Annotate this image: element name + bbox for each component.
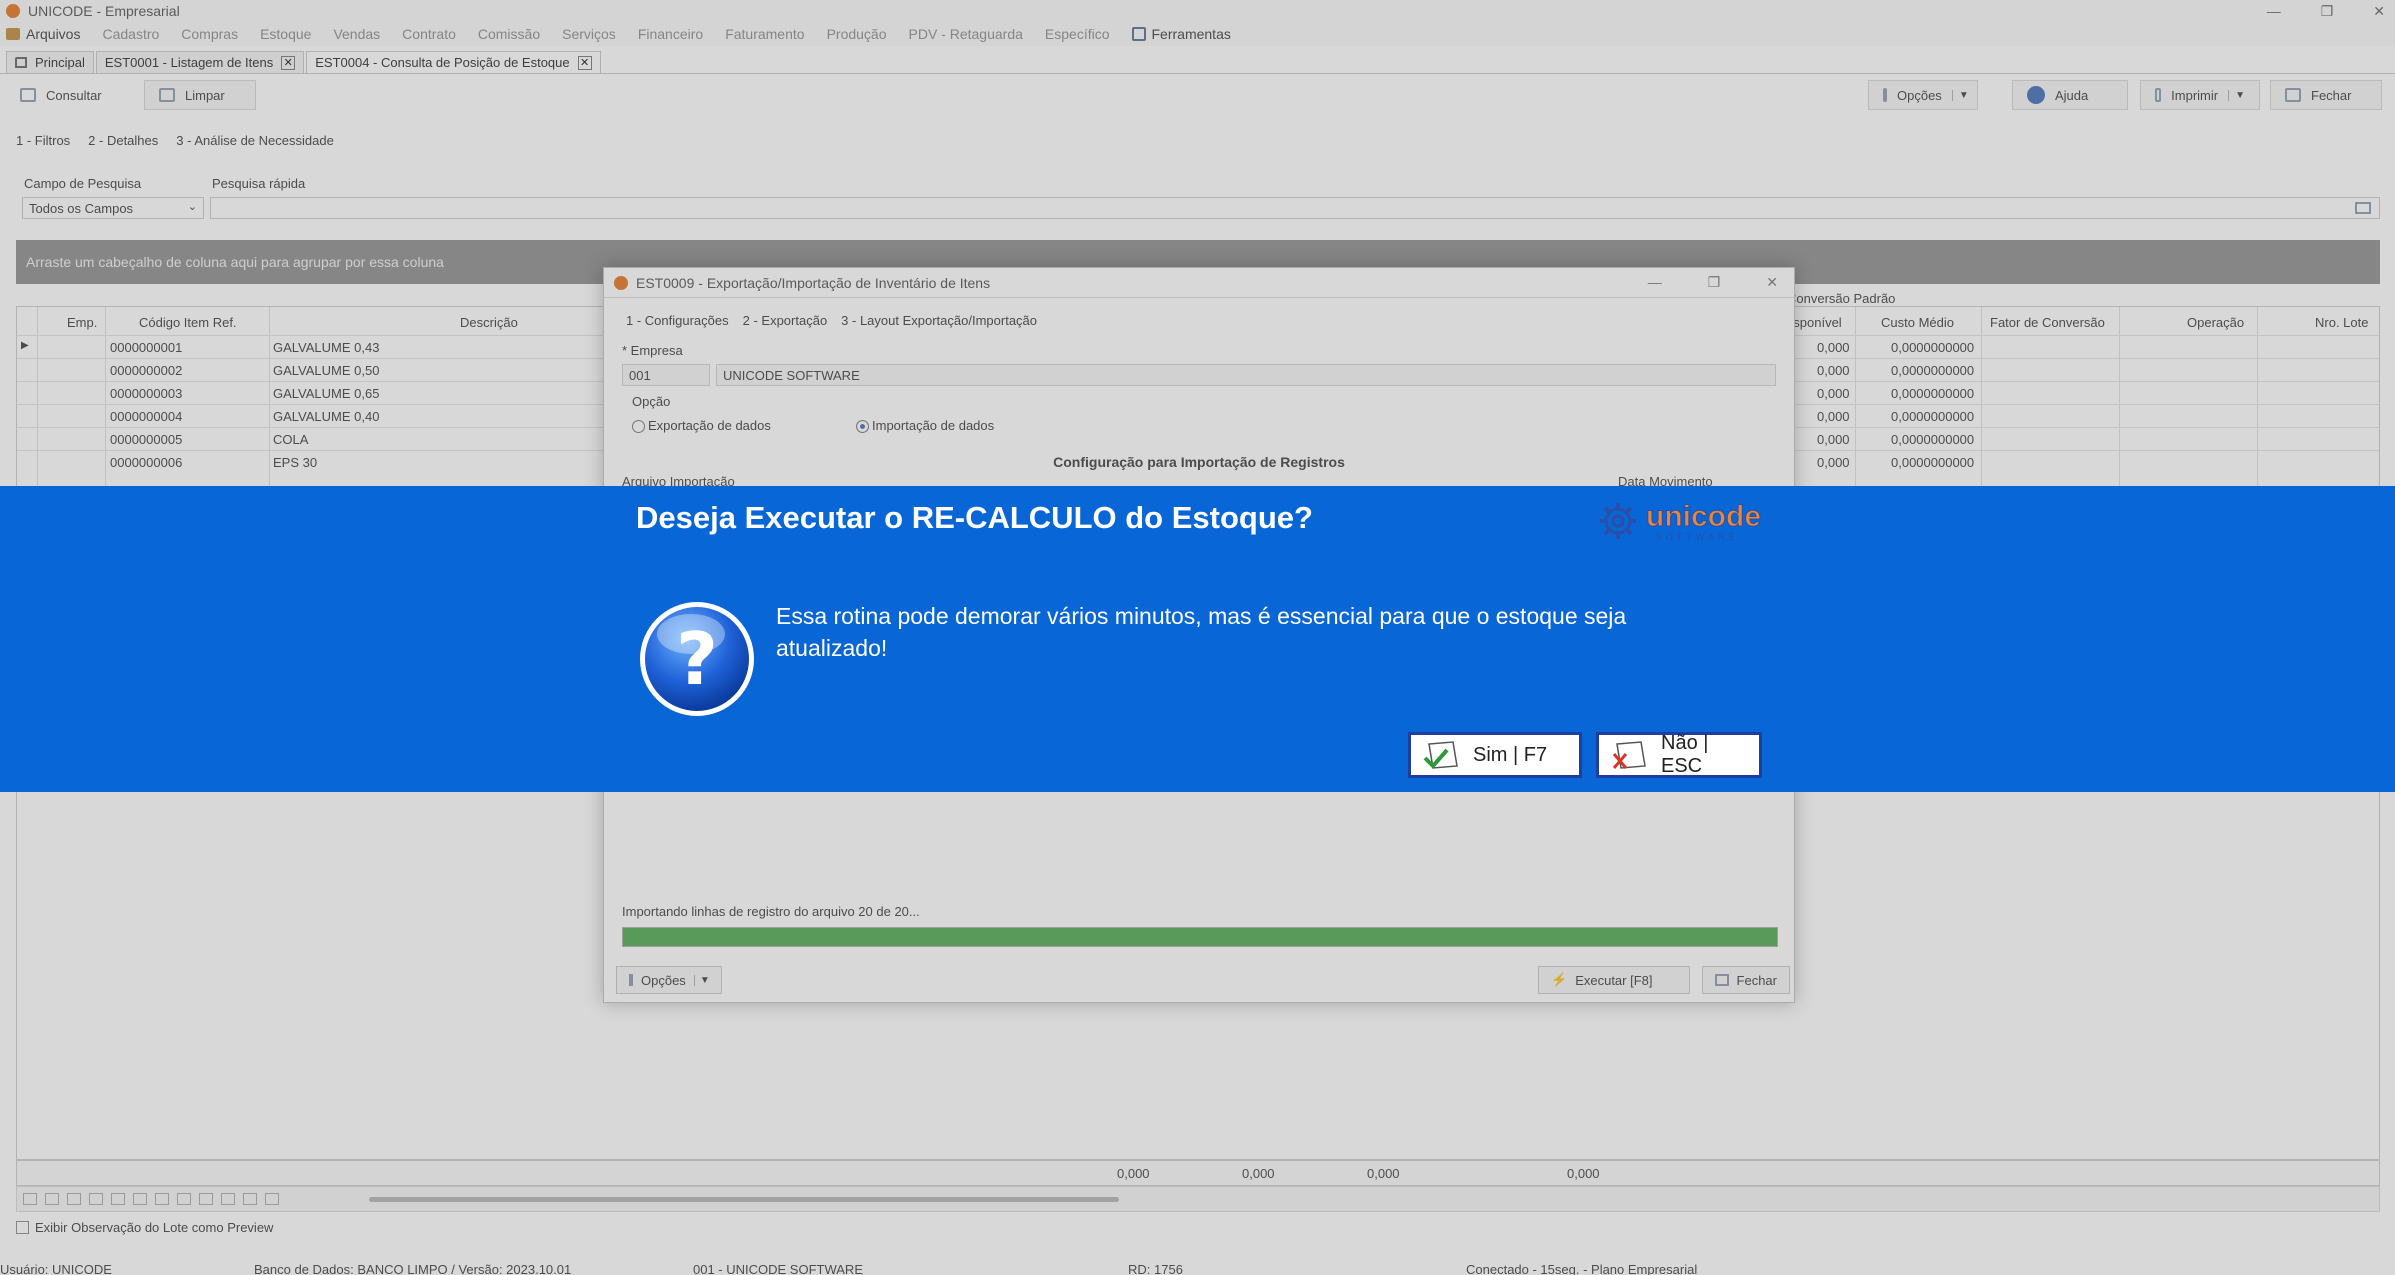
yes-label: Sim | F7 [1473, 743, 1548, 766]
logo-subtext: SOFTWARE [1656, 532, 1739, 542]
unicode-logo: unicode SOFTWARE [1600, 500, 1762, 542]
app-window: UNICODE - Empresarial — ❐ ✕ Arquivos Cad… [0, 0, 2395, 1275]
svg-text:?: ? [676, 617, 718, 701]
check-doc-icon [1423, 741, 1458, 769]
logo-text: unicode [1646, 500, 1761, 533]
confirm-banner: Deseja Executar o RE-CALCULO do Estoque?… [0, 486, 2395, 792]
yes-button[interactable]: Sim | F7 [1408, 732, 1582, 778]
question-icon: ? [640, 602, 754, 716]
no-button[interactable]: Não | ESC [1596, 732, 1762, 778]
no-label: Não | ESC [1661, 732, 1709, 777]
confirm-title: Deseja Executar o RE-CALCULO do Estoque? [636, 500, 1313, 535]
confirm-message: Essa rotina pode demorar vários minutos,… [776, 603, 1627, 661]
cancel-doc-icon [1612, 741, 1646, 769]
